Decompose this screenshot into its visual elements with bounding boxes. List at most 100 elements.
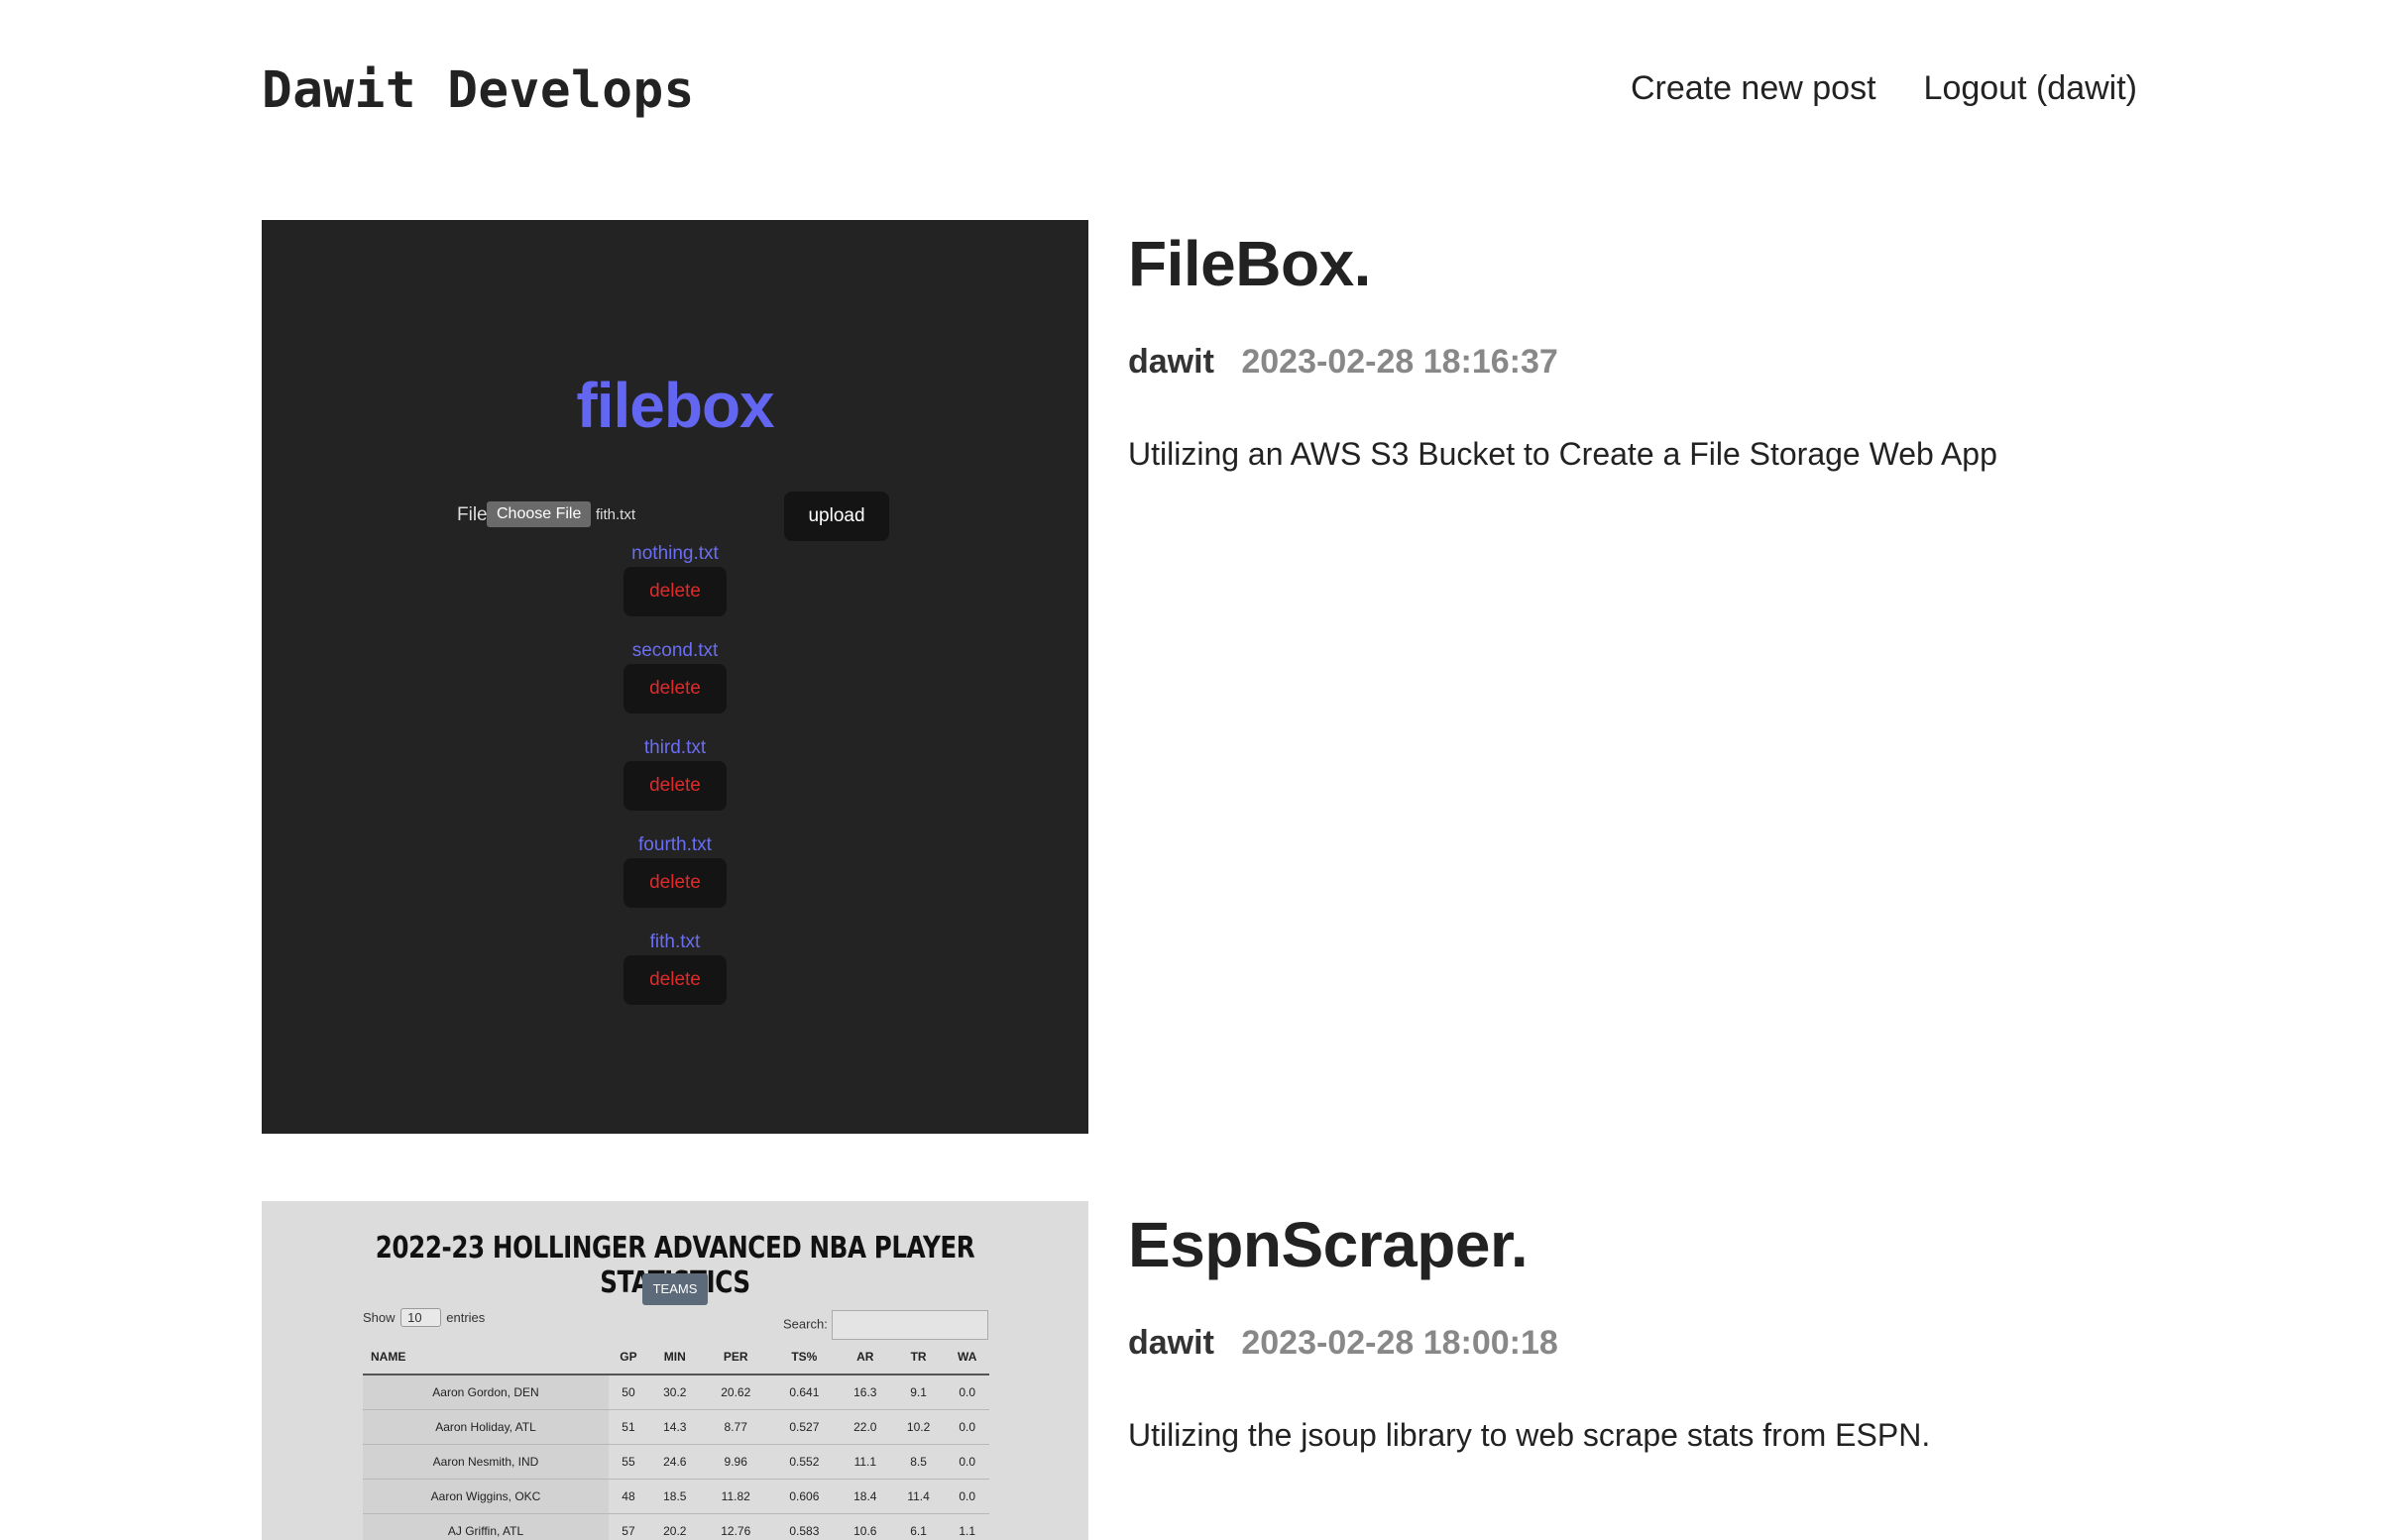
delete-button: delete [624, 858, 727, 908]
show-entries: Show 10 entries [363, 1308, 485, 1327]
stat-cell: 0.583 [770, 1514, 839, 1540]
post-image[interactable]: 2022-23 HOLLINGER ADVANCED NBA PLAYER ST… [262, 1201, 1088, 1540]
search-input [832, 1310, 988, 1340]
post-summary: Utilizing an AWS S3 Bucket to Create a F… [1128, 436, 1997, 473]
stat-cell: 6.1 [892, 1514, 946, 1540]
entries-label: entries [446, 1310, 485, 1325]
delete-button: delete [624, 567, 727, 616]
table-row: Aaron Wiggins, OKC4818.511.820.60618.411… [363, 1480, 989, 1514]
file-list: nothing.txtdeletesecond.txtdeletethird.t… [262, 543, 1088, 1029]
filebox-brand: filebox [262, 369, 1088, 442]
upload-form: File Choose File fith.txt upload [457, 492, 893, 541]
delete-button: delete [624, 664, 727, 714]
player-name-cell: Aaron Wiggins, OKC [363, 1480, 609, 1514]
post-espnscraper: 2022-23 HOLLINGER ADVANCED NBA PLAYER ST… [262, 1201, 2137, 1530]
stat-cell: 9.1 [892, 1375, 946, 1410]
column-header: WA [945, 1340, 989, 1375]
post-meta: dawit 2023-02-28 18:00:18 [1128, 1324, 1558, 1363]
table-row: Aaron Holiday, ATL5114.38.770.52722.010.… [363, 1410, 989, 1445]
player-name-cell: Aaron Holiday, ATL [363, 1410, 609, 1445]
post-filebox: filebox File Choose File fith.txt upload… [262, 220, 2137, 1134]
stat-cell: 12.76 [702, 1514, 770, 1540]
stat-cell: 9.96 [702, 1445, 770, 1480]
file-name: nothing.txt [262, 543, 1088, 565]
player-name-cell: Aaron Gordon, DEN [363, 1375, 609, 1410]
delete-button: delete [624, 955, 727, 1005]
delete-button: delete [624, 761, 727, 811]
site-header: Dawit Develops Create new post Logout (d… [262, 0, 2137, 183]
stat-cell: 50 [609, 1375, 648, 1410]
stat-cell: 11.82 [702, 1480, 770, 1514]
stat-cell: 0.527 [770, 1410, 839, 1445]
stat-cell: 24.6 [648, 1445, 702, 1480]
post-summary: Utilizing the jsoup library to web scrap… [1128, 1417, 1930, 1454]
teams-button: TEAMS [642, 1273, 708, 1305]
stat-cell: 0.0 [945, 1375, 989, 1410]
stat-cell: 11.4 [892, 1480, 946, 1514]
stat-cell: 0.552 [770, 1445, 839, 1480]
stat-cell: 51 [609, 1410, 648, 1445]
upload-button: upload [784, 492, 889, 541]
column-header: TR [892, 1340, 946, 1375]
stat-cell: 55 [609, 1445, 648, 1480]
stat-cell: 18.5 [648, 1480, 702, 1514]
stat-cell: 57 [609, 1514, 648, 1540]
column-header: MIN [648, 1340, 702, 1375]
stat-cell: 0.0 [945, 1480, 989, 1514]
stat-cell: 0.606 [770, 1480, 839, 1514]
column-header: NAME [363, 1340, 609, 1375]
post-title[interactable]: FileBox. [1128, 232, 1371, 295]
file-name: second.txt [262, 640, 1088, 662]
file-name: fourth.txt [262, 834, 1088, 856]
post-time: 2023-02-28 18:16:37 [1241, 343, 1557, 381]
stat-cell: 30.2 [648, 1375, 702, 1410]
file-name: fith.txt [262, 932, 1088, 953]
player-name-cell: Aaron Nesmith, IND [363, 1445, 609, 1480]
stat-cell: 8.77 [702, 1410, 770, 1445]
file-name: third.txt [262, 737, 1088, 759]
file-list-item: fith.txtdelete [262, 932, 1088, 1029]
stat-cell: 0.641 [770, 1375, 839, 1410]
search-label: Search: [783, 1316, 828, 1331]
table-row: Aaron Gordon, DEN5030.220.620.64116.39.1… [363, 1375, 989, 1410]
site-logo[interactable]: Dawit Develops [262, 61, 695, 120]
stat-cell: 14.3 [648, 1410, 702, 1445]
column-header: AR [839, 1340, 892, 1375]
post-meta: dawit 2023-02-28 18:16:37 [1128, 343, 1558, 382]
entries-select: 10 [400, 1308, 440, 1327]
stat-cell: 48 [609, 1480, 648, 1514]
stat-cell: 8.5 [892, 1445, 946, 1480]
file-list-item: nothing.txtdelete [262, 543, 1088, 640]
show-label: Show [363, 1310, 396, 1325]
stat-cell: 0.0 [945, 1445, 989, 1480]
file-label: File [457, 504, 488, 526]
column-header: GP [609, 1340, 648, 1375]
table-row: Aaron Nesmith, IND5524.69.960.55211.18.5… [363, 1445, 989, 1480]
stats-table: NAMEGPMINPERTS%ARTRWA Aaron Gordon, DEN5… [363, 1340, 989, 1540]
create-post-link[interactable]: Create new post [1631, 69, 1876, 108]
stat-cell: 0.0 [945, 1410, 989, 1445]
column-header: PER [702, 1340, 770, 1375]
table-search: Search: [783, 1310, 988, 1340]
choose-file-button: Choose File [487, 501, 591, 527]
file-list-item: fourth.txtdelete [262, 834, 1088, 932]
post-image[interactable]: filebox File Choose File fith.txt upload… [262, 220, 1088, 1134]
stat-cell: 18.4 [839, 1480, 892, 1514]
stat-cell: 16.3 [839, 1375, 892, 1410]
stat-cell: 20.2 [648, 1514, 702, 1540]
stat-cell: 10.6 [839, 1514, 892, 1540]
logout-link[interactable]: Logout (dawit) [1924, 69, 2137, 108]
post-author: dawit [1128, 343, 1214, 381]
espnscraper-screenshot: 2022-23 HOLLINGER ADVANCED NBA PLAYER ST… [262, 1201, 1088, 1540]
post-title[interactable]: EspnScraper. [1128, 1213, 1528, 1276]
file-list-item: third.txtdelete [262, 737, 1088, 834]
post-author: dawit [1128, 1324, 1214, 1362]
chosen-file-name: fith.txt [596, 506, 635, 523]
table-row: AJ Griffin, ATL5720.212.760.58310.66.11.… [363, 1514, 989, 1540]
stat-cell: 20.62 [702, 1375, 770, 1410]
stat-cell: 1.1 [945, 1514, 989, 1540]
stat-cell: 11.1 [839, 1445, 892, 1480]
file-list-item: second.txtdelete [262, 640, 1088, 737]
post-time: 2023-02-28 18:00:18 [1241, 1324, 1557, 1362]
main-nav: Create new post Logout (dawit) [1631, 69, 2137, 108]
